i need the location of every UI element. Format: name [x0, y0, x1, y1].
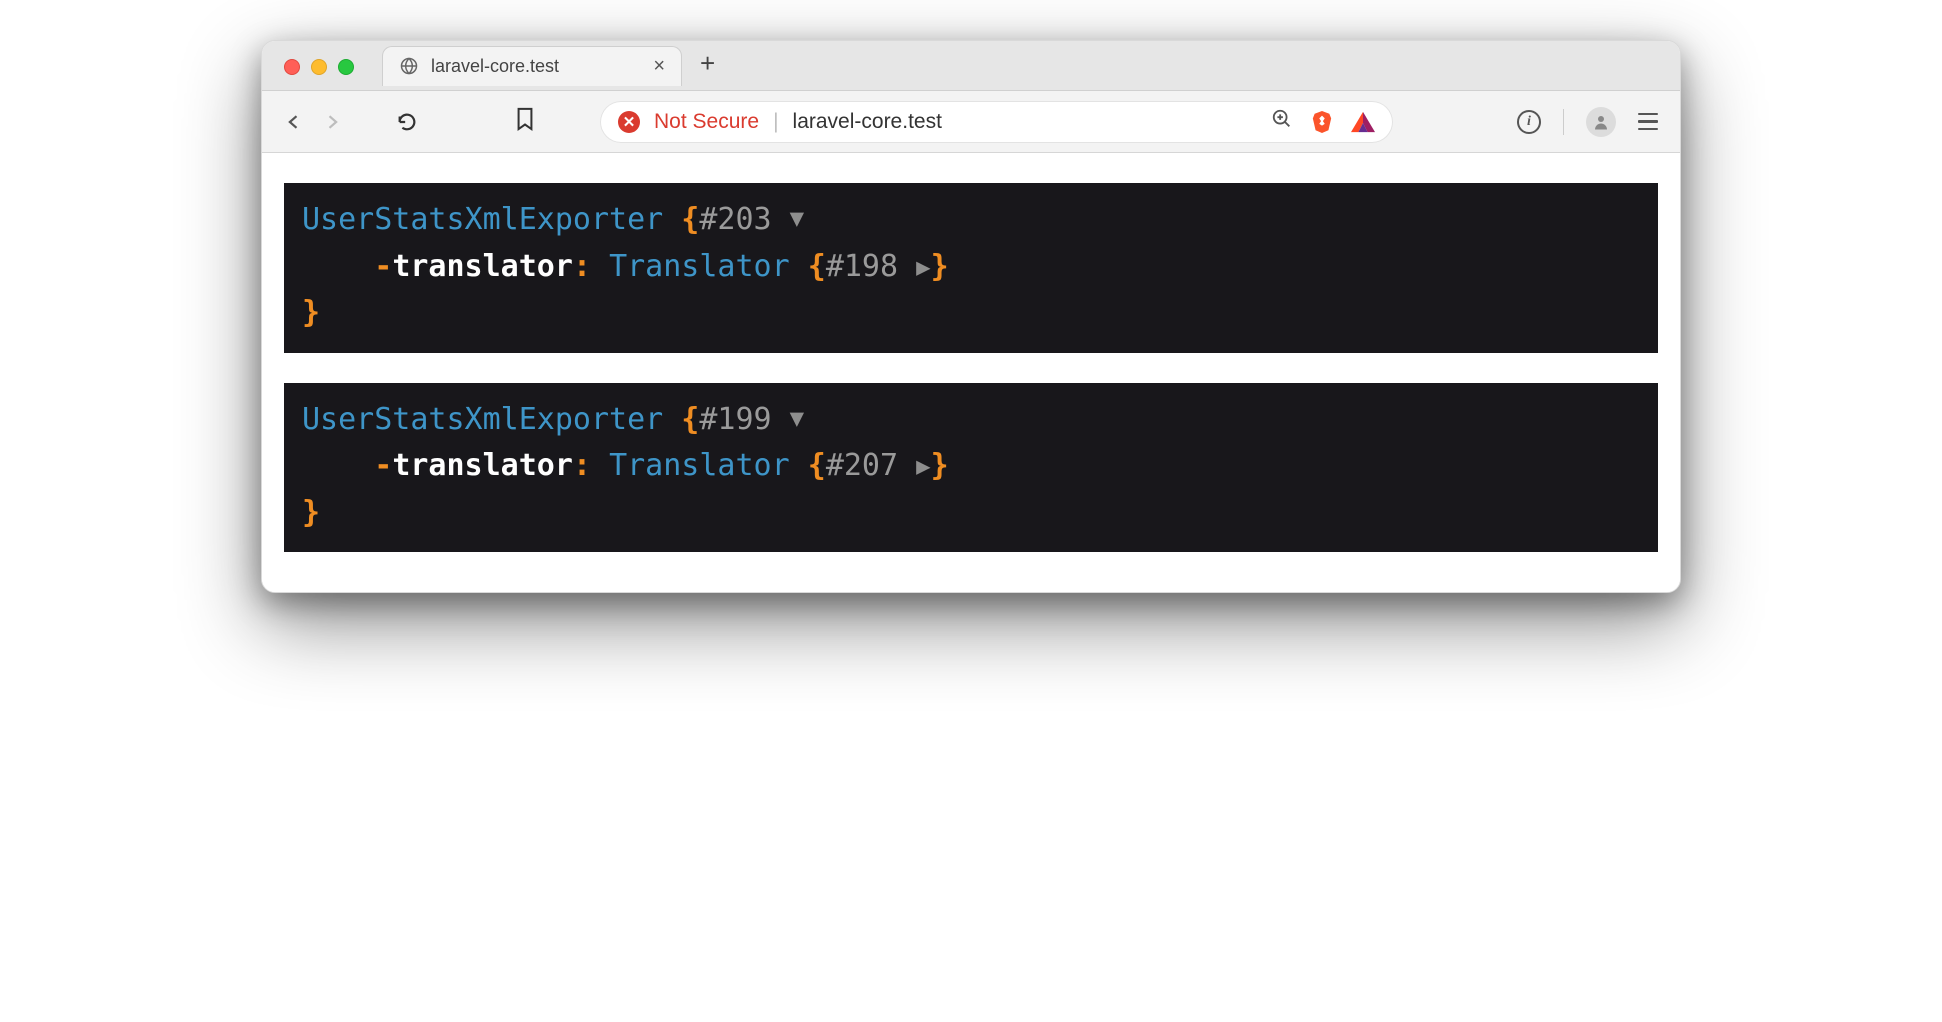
- expand-caret-icon[interactable]: ▶: [916, 249, 930, 286]
- bat-rewards-icon[interactable]: [1351, 111, 1375, 133]
- collapse-caret-icon[interactable]: ▼: [790, 200, 804, 237]
- minimize-window-button[interactable]: [311, 59, 327, 75]
- security-status: Not Secure: [654, 110, 759, 134]
- hamburger-menu-icon[interactable]: [1638, 113, 1658, 131]
- forward-button[interactable]: [322, 112, 342, 132]
- tab-title: laravel-core.test: [431, 56, 559, 77]
- var-dump-block[interactable]: UserStatsXmlExporter {#199 ▼ -translator…: [284, 383, 1658, 553]
- reload-button[interactable]: [396, 111, 418, 133]
- dump-class: UserStatsXmlExporter: [302, 402, 663, 437]
- page-content: UserStatsXmlExporter {#203 ▼ -translator…: [262, 153, 1680, 592]
- maximize-window-button[interactable]: [338, 59, 354, 75]
- browser-toolbar: ✕ Not Secure | laravel-core.test: [262, 91, 1680, 153]
- close-tab-icon[interactable]: ×: [653, 55, 665, 78]
- browser-window: laravel-core.test × + ✕ Not Secure | lar…: [261, 40, 1681, 593]
- dump-object-id: #199: [699, 402, 771, 437]
- close-window-button[interactable]: [284, 59, 300, 75]
- address-separator: |: [773, 110, 778, 134]
- bookmark-button[interactable]: [514, 106, 536, 137]
- dump-property: translator: [392, 249, 573, 284]
- profile-avatar[interactable]: [1586, 107, 1616, 137]
- var-dump-block[interactable]: UserStatsXmlExporter {#203 ▼ -translator…: [284, 183, 1658, 353]
- browser-tab[interactable]: laravel-core.test ×: [382, 46, 682, 86]
- collapse-caret-icon[interactable]: ▼: [790, 400, 804, 437]
- dump-class: UserStatsXmlExporter: [302, 202, 663, 237]
- expand-caret-icon[interactable]: ▶: [916, 448, 930, 485]
- new-tab-button[interactable]: +: [700, 48, 715, 83]
- dump-object-id: #203: [699, 202, 771, 237]
- not-secure-icon: ✕: [618, 111, 640, 133]
- zoom-icon[interactable]: [1271, 108, 1293, 136]
- globe-icon: [399, 56, 419, 76]
- address-bar[interactable]: ✕ Not Secure | laravel-core.test: [600, 101, 1393, 143]
- toolbar-separator: [1563, 109, 1564, 135]
- back-button[interactable]: [284, 112, 304, 132]
- toolbar-right: i: [1425, 107, 1658, 137]
- dump-property: translator: [392, 448, 573, 483]
- dump-property-class: Translator: [609, 448, 790, 483]
- tab-strip: laravel-core.test × +: [382, 41, 715, 90]
- dump-property-class: Translator: [609, 249, 790, 284]
- dump-property-id: #198: [826, 249, 898, 284]
- brave-shields-icon[interactable]: [1311, 109, 1333, 135]
- window-controls: [284, 59, 354, 75]
- url-text: laravel-core.test: [793, 110, 942, 134]
- dump-property-id: #207: [826, 448, 898, 483]
- window-titlebar: laravel-core.test × +: [262, 41, 1680, 91]
- info-icon[interactable]: i: [1517, 110, 1541, 134]
